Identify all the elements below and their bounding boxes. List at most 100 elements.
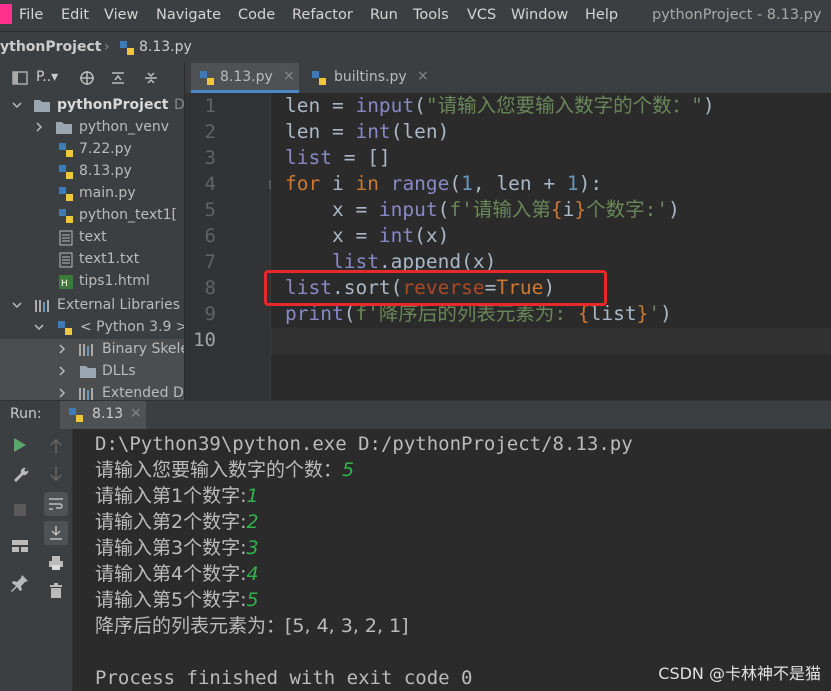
tab-8-13-py[interactable]: 8.13.py × — [191, 63, 299, 93]
wrench-icon[interactable] — [11, 465, 29, 483]
chevron-down-icon[interactable] — [12, 300, 22, 310]
menu-help[interactable]: Help — [585, 7, 618, 23]
menu-tools[interactable]: Tools — [413, 7, 449, 23]
collapse-all-icon[interactable] — [143, 70, 159, 86]
tree-item-python-3-9[interactable]: < Python 3.9 > — [0, 317, 184, 339]
rerun-icon[interactable] — [13, 437, 27, 453]
tree-item-python-text1[interactable]: python_text1[ — [0, 205, 184, 227]
soft-wrap-button[interactable] — [44, 492, 68, 516]
menu-run[interactable]: Run — [370, 7, 398, 23]
stop-icon[interactable] — [13, 503, 27, 517]
tab-label: builtins.py — [334, 69, 407, 85]
svg-text:H: H — [61, 279, 68, 289]
arrow-down-icon[interactable] — [49, 466, 63, 482]
menu-view[interactable]: View — [104, 7, 138, 23]
line-number-current: 10 — [193, 329, 216, 351]
python-file-icon — [59, 165, 73, 179]
project-view-selector[interactable]: P..▾ — [36, 69, 58, 85]
menu-navigate[interactable]: Navigate — [156, 7, 221, 23]
folder-icon — [34, 100, 50, 112]
run-tab[interactable]: 8.13 × — [60, 401, 146, 430]
close-icon[interactable]: × — [130, 405, 142, 421]
tree-item-text[interactable]: text — [0, 227, 184, 249]
menu-file[interactable]: File — [19, 7, 43, 23]
folder-icon — [56, 122, 72, 134]
tree-item-python-venv[interactable]: python_venv — [0, 117, 184, 139]
tree-item-main-py[interactable]: main.py — [0, 183, 184, 205]
tree-item-label: 8.13.py — [79, 163, 132, 179]
trash-icon[interactable] — [49, 583, 63, 599]
chevron-down-icon[interactable] — [12, 100, 22, 110]
console-input: 4 — [246, 563, 259, 585]
console-prompt: 请输入第1个数字: — [95, 485, 247, 507]
python-icon — [69, 408, 83, 422]
tree-item-dlls[interactable]: DLLs — [0, 361, 184, 383]
line-number: 4 — [204, 173, 216, 195]
locate-icon[interactable] — [79, 70, 95, 86]
menu-bar: File Edit View Navigate Code Refactor Ru… — [0, 0, 831, 31]
python-file-icon — [200, 71, 214, 85]
chevron-down-icon[interactable] — [34, 322, 44, 332]
project-tree: pythonProject D python_venv 7.22.py 8.13… — [0, 93, 184, 400]
tab-label: 8.13.py — [220, 69, 273, 85]
chevron-right-icon[interactable] — [57, 366, 67, 376]
tree-item-label: < Python 3.9 > — [80, 319, 184, 335]
print-icon[interactable] — [48, 555, 64, 571]
menu-vcs[interactable]: VCS — [467, 7, 496, 23]
console-line: 请输入第2个数字:2 — [95, 509, 259, 535]
editor-tabs: 8.13.py × builtins.py × — [185, 63, 831, 94]
menu-edit[interactable]: Edit — [61, 7, 89, 23]
run-label: Run: — [10, 406, 42, 422]
current-line-highlight — [271, 328, 831, 354]
console-input: 5 — [246, 589, 259, 611]
tree-item-label: main.py — [79, 185, 136, 201]
line-number: 6 — [204, 225, 216, 247]
tree-item-binary-skeletons[interactable]: Binary Skele — [0, 339, 184, 361]
console-line: 请输入第4个数字:4 — [95, 561, 259, 587]
chevron-right-icon[interactable] — [57, 344, 67, 354]
console-line: 降序后的列表元素为：[5, 4, 3, 2, 1] — [95, 615, 409, 637]
tree-item-label: pythonProject — [57, 97, 169, 113]
chevron-right-icon[interactable] — [57, 388, 67, 398]
run-toolbar — [0, 429, 40, 691]
tree-item-pythonproject[interactable]: pythonProject D — [0, 95, 184, 117]
run-console[interactable]: D:\Python39\python.exe D:/pythonProject/… — [73, 429, 831, 691]
library-icon — [35, 300, 49, 312]
code-editor[interactable]: len = input("请输入您要输入数字的个数：") len = int(l… — [271, 93, 831, 400]
menu-window[interactable]: Window — [511, 7, 568, 23]
tree-item-7-22-py[interactable]: 7.22.py — [0, 139, 184, 161]
line-number: 8 — [204, 277, 216, 299]
tree-item-label: text — [79, 229, 107, 245]
console-line: D:\Python39\python.exe D:/pythonProject/… — [95, 433, 633, 455]
tree-item-external-libraries[interactable]: External Libraries — [0, 295, 184, 317]
menu-code[interactable]: Code — [238, 7, 275, 23]
scroll-to-end-button[interactable] — [44, 521, 68, 545]
highlight-annotation-box — [264, 270, 607, 306]
tree-item-tips1-html[interactable]: H tips1.html — [0, 271, 184, 293]
console-toolbar — [40, 429, 73, 691]
console-line: 请输入第3个数字:3 — [95, 535, 259, 561]
tab-builtins-py[interactable]: builtins.py × — [303, 63, 439, 93]
breadcrumb-file[interactable]: 8.13.py — [139, 39, 192, 55]
tree-item-label: text1.txt — [79, 251, 140, 267]
pin-icon[interactable] — [11, 574, 29, 592]
tree-item-label: python_venv — [79, 119, 170, 135]
code-line-5: x = input(f'请输入第{i}个数字:') — [285, 198, 680, 221]
layout-icon[interactable] — [11, 538, 29, 554]
arrow-up-icon[interactable] — [49, 438, 63, 454]
console-line: 请输入第1个数字:1 — [95, 483, 259, 509]
expand-all-icon[interactable] — [110, 70, 126, 86]
soft-wrap-icon — [49, 498, 63, 510]
chevron-right-icon[interactable] — [34, 122, 44, 132]
scroll-to-end-icon — [50, 526, 62, 540]
console-prompt: 请输入第4个数字: — [95, 563, 247, 585]
tree-item-text1-txt[interactable]: text1.txt — [0, 249, 184, 271]
tree-item-extended-definitions[interactable]: Extended D — [0, 383, 184, 400]
breadcrumb-project[interactable]: ythonProject — [0, 39, 101, 55]
close-icon[interactable]: × — [417, 68, 429, 84]
menu-refactor[interactable]: Refactor — [292, 7, 353, 23]
close-icon[interactable]: × — [283, 68, 295, 84]
tree-item-label: Binary Skele — [102, 341, 184, 357]
tree-item-8-13-py[interactable]: 8.13.py — [0, 161, 184, 183]
python-file-icon — [312, 71, 326, 85]
